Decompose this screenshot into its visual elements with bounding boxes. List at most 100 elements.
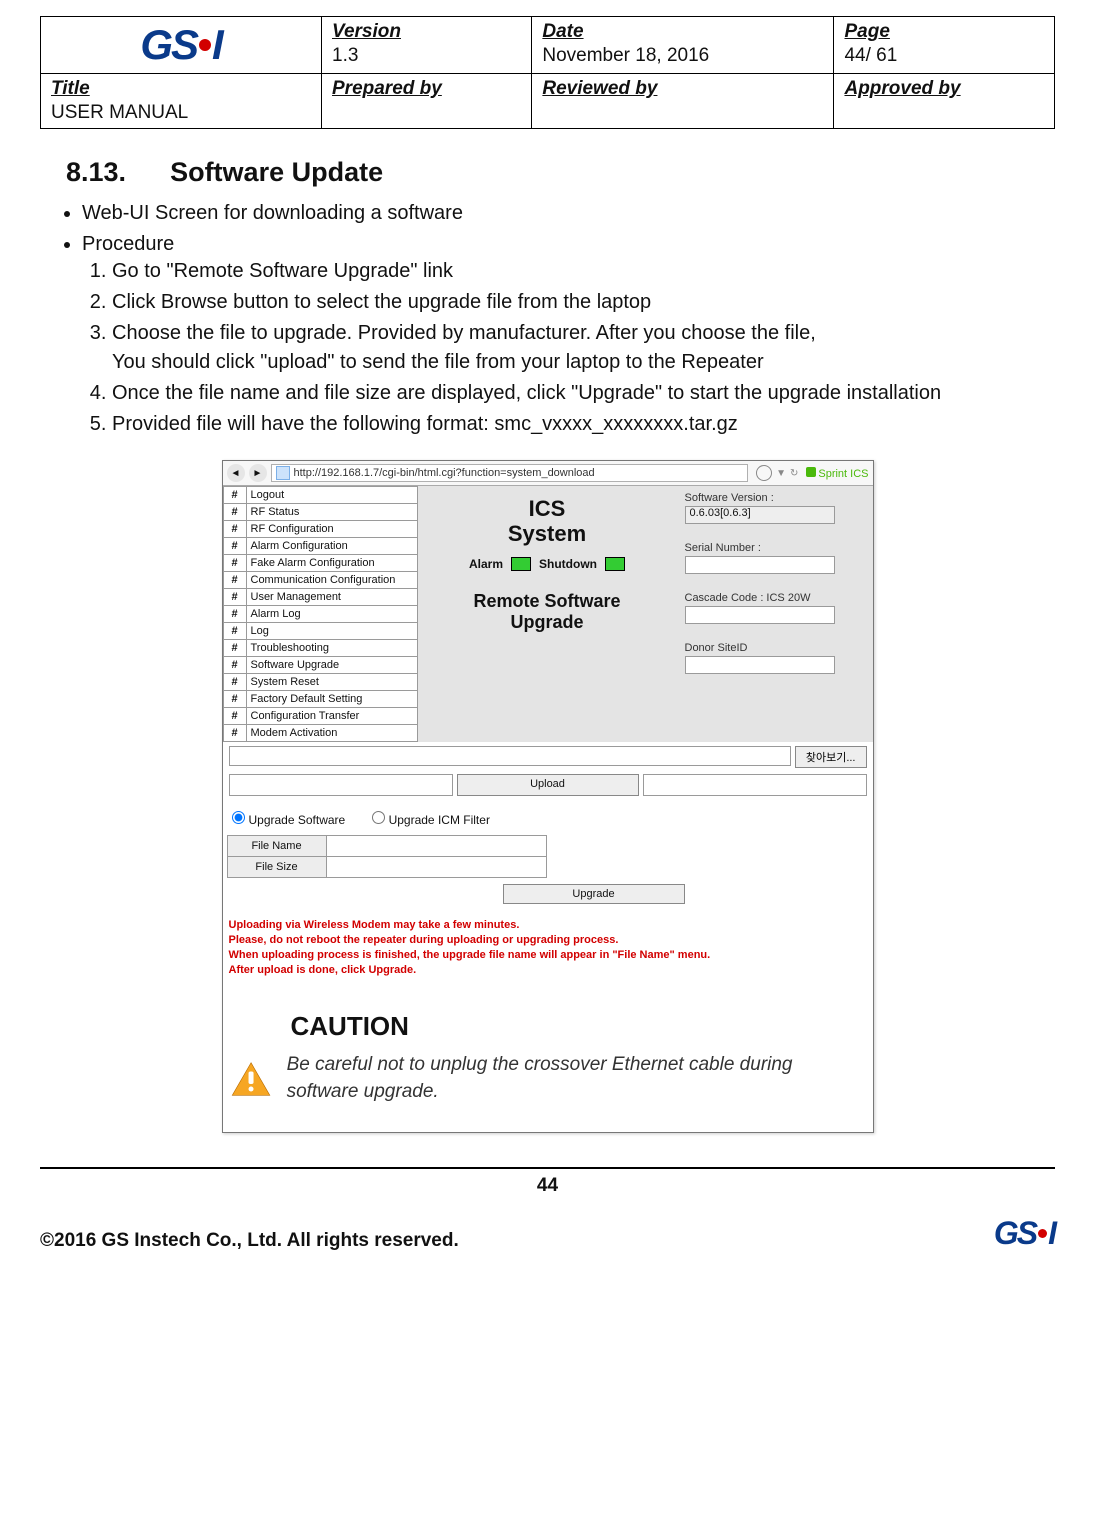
- caution-box: CAUTION Be careful not to unplug the cro…: [223, 995, 873, 1131]
- sidebar-bullet-icon: #: [223, 589, 246, 606]
- file-path-input[interactable]: [229, 746, 791, 766]
- date-value: November 18, 2016: [542, 43, 823, 67]
- step-3-line-2: You should click "upload" to send the fi…: [112, 351, 1055, 374]
- upgrade-button[interactable]: Upgrade: [503, 884, 685, 904]
- version-label: Version: [332, 21, 521, 43]
- page-value: 44/ 61: [844, 43, 1044, 67]
- sidebar-item[interactable]: #User Management: [223, 589, 417, 606]
- sidebar-bullet-icon: #: [223, 487, 246, 504]
- sidebar-bullet-icon: #: [223, 657, 246, 674]
- sidebar: #Logout#RF Status#RF Configuration#Alarm…: [223, 486, 418, 742]
- ics-title-line2: System: [426, 521, 669, 546]
- step-5: Provided file will have the following fo…: [112, 413, 1055, 436]
- sidebar-item[interactable]: #Factory Default Setting: [223, 691, 417, 708]
- step-3: Choose the file to upgrade. Provided by …: [112, 322, 1055, 374]
- date-label: Date: [542, 21, 823, 43]
- file-size-label: File Size: [227, 857, 326, 878]
- sidebar-item[interactable]: #RF Status: [223, 504, 417, 521]
- logo: GSI: [140, 21, 221, 69]
- upload-button[interactable]: Upload: [457, 774, 639, 796]
- warning-line-3: When uploading process is finished, the …: [229, 948, 867, 963]
- sidebar-bullet-icon: #: [223, 572, 246, 589]
- nav-back-icon[interactable]: ◄: [227, 464, 245, 482]
- donor-value[interactable]: [685, 656, 835, 674]
- sidebar-item-label: RF Status: [246, 504, 417, 521]
- dropdown-icon[interactable]: ▼: [776, 468, 786, 479]
- warning-triangle-icon: [231, 1058, 271, 1100]
- logo-dot-icon: [199, 39, 211, 51]
- sidebar-item[interactable]: #Alarm Log: [223, 606, 417, 623]
- step-1: Go to "Remote Software Upgrade" link: [112, 260, 1055, 283]
- radio-upgrade-icm[interactable]: Upgrade ICM Filter: [367, 813, 490, 827]
- serial-value[interactable]: [685, 556, 835, 574]
- warning-line-4: After upload is done, click Upgrade.: [229, 963, 867, 978]
- sidebar-bullet-icon: #: [223, 623, 246, 640]
- footer-copyright: ©2016 GS Instech Co., Ltd. All rights re…: [40, 1230, 459, 1252]
- section-number: 8.13.: [66, 157, 126, 187]
- sidebar-bullet-icon: #: [223, 725, 246, 742]
- radio-upgrade-icm-input[interactable]: [372, 811, 385, 824]
- sidebar-item[interactable]: #Modem Activation: [223, 725, 417, 742]
- sidebar-item-label: System Reset: [246, 674, 417, 691]
- sidebar-item[interactable]: #Software Upgrade: [223, 657, 417, 674]
- sprint-icon: [806, 467, 816, 477]
- step-3-line-1: Choose the file to upgrade. Provided by …: [112, 322, 816, 344]
- upload-path-display: [229, 774, 453, 796]
- version-value: 1.3: [332, 43, 521, 67]
- serial-label: Serial Number :: [685, 542, 865, 554]
- upload-warning: Uploading via Wireless Modem may take a …: [223, 912, 873, 987]
- file-size-value: [326, 857, 546, 878]
- radio-upgrade-software[interactable]: Upgrade Software: [227, 813, 346, 827]
- sidebar-item[interactable]: #Communication Configuration: [223, 572, 417, 589]
- footer-logo: GS I: [994, 1215, 1055, 1252]
- sidebar-bullet-icon: #: [223, 674, 246, 691]
- reviewed-label: Reviewed by: [542, 78, 823, 100]
- sidebar-item-label: Factory Default Setting: [246, 691, 417, 708]
- sidebar-bullet-icon: #: [223, 708, 246, 725]
- warning-line-2: Please, do not reboot the repeater durin…: [229, 933, 867, 948]
- cascade-value[interactable]: [685, 606, 835, 624]
- section-title: Software Update: [170, 157, 383, 187]
- browse-button[interactable]: 찾아보기...: [795, 746, 867, 768]
- sidebar-item[interactable]: #Alarm Configuration: [223, 538, 417, 555]
- caution-heading: CAUTION: [291, 1011, 865, 1042]
- sidebar-bullet-icon: #: [223, 538, 246, 555]
- sidebar-item[interactable]: #RF Configuration: [223, 521, 417, 538]
- sidebar-bullet-icon: #: [223, 521, 246, 538]
- nav-fwd-icon[interactable]: ►: [249, 464, 267, 482]
- bullet-procedure: Procedure Go to "Remote Software Upgrade…: [82, 233, 1055, 436]
- url-input[interactable]: http://192.168.1.7/cgi-bin/html.cgi?func…: [271, 464, 749, 482]
- sidebar-item-label: Alarm Log: [246, 606, 417, 623]
- radio-upgrade-icm-label: Upgrade ICM Filter: [389, 813, 490, 827]
- footer-logo-gs: GS: [994, 1215, 1036, 1251]
- footer-page-number: 44: [40, 1175, 1055, 1197]
- sidebar-item-label: Troubleshooting: [246, 640, 417, 657]
- shutdown-led-icon: [605, 557, 625, 571]
- sidebar-item[interactable]: #System Reset: [223, 674, 417, 691]
- url-text: http://192.168.1.7/cgi-bin/html.cgi?func…: [294, 467, 595, 479]
- sidebar-item-label: Fake Alarm Configuration: [246, 555, 417, 572]
- footer-logo-i: I: [1048, 1215, 1055, 1251]
- search-icon[interactable]: [756, 465, 772, 481]
- sidebar-item-label: Logout: [246, 487, 417, 504]
- warning-line-1: Uploading via Wireless Modem may take a …: [229, 918, 867, 933]
- sidebar-item[interactable]: #Configuration Transfer: [223, 708, 417, 725]
- caution-text: Be careful not to unplug the crossover E…: [287, 1052, 865, 1105]
- sw-version-label: Software Version :: [685, 492, 865, 504]
- sidebar-item[interactable]: #Fake Alarm Configuration: [223, 555, 417, 572]
- file-name-value: [326, 836, 546, 857]
- radio-upgrade-software-input[interactable]: [232, 811, 245, 824]
- sidebar-item-label: User Management: [246, 589, 417, 606]
- refresh-icon[interactable]: ↻: [790, 468, 798, 479]
- radio-upgrade-software-label: Upgrade Software: [249, 813, 346, 827]
- sidebar-bullet-icon: #: [223, 640, 246, 657]
- sidebar-bullet-icon: #: [223, 504, 246, 521]
- step-2: Click Browse button to select the upgrad…: [112, 291, 1055, 314]
- sidebar-item[interactable]: #Log: [223, 623, 417, 640]
- sidebar-item[interactable]: #Logout: [223, 487, 417, 504]
- sidebar-item[interactable]: #Troubleshooting: [223, 640, 417, 657]
- section-heading: 8.13. Software Update: [66, 157, 1055, 188]
- sprint-label: Sprint ICS: [818, 468, 868, 480]
- cascade-label: Cascade Code : ICS 20W: [685, 592, 865, 604]
- logo-text-i: I: [212, 21, 222, 68]
